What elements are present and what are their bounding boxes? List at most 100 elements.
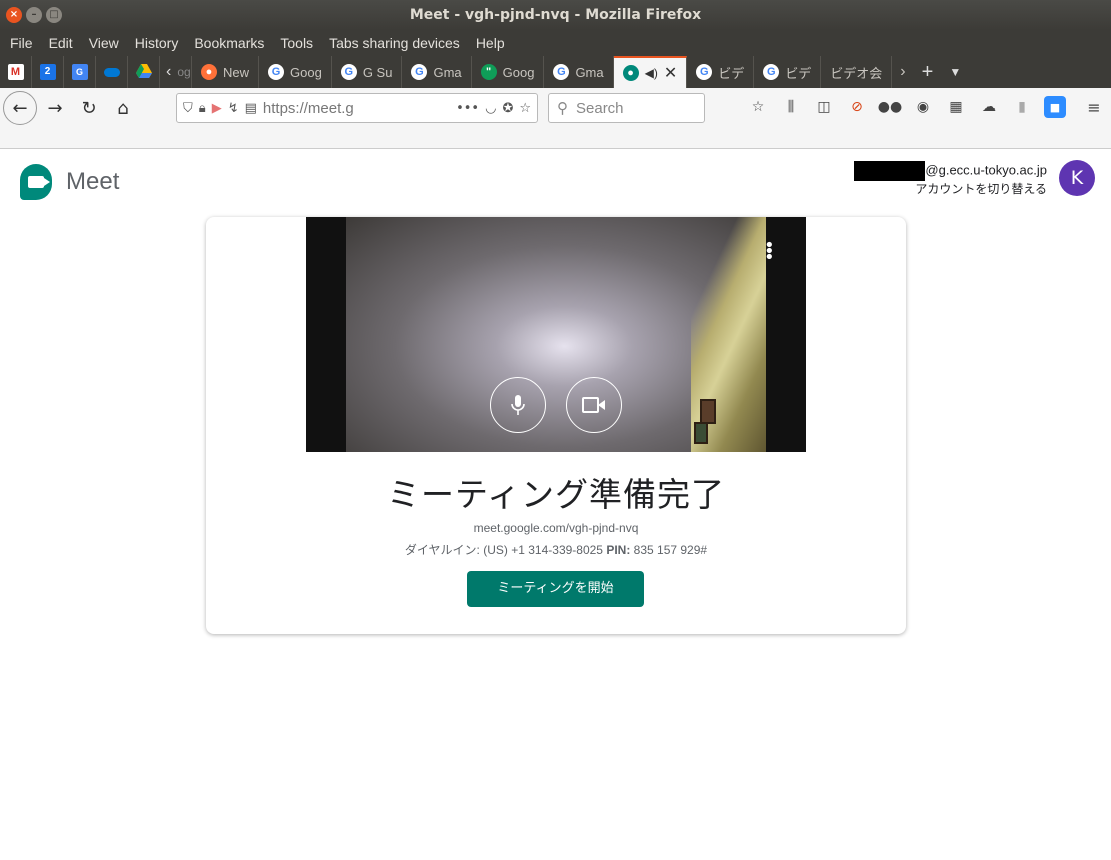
- tab-video-3[interactable]: ビデオ会: [821, 56, 893, 88]
- tab-new[interactable]: ● New: [192, 56, 260, 88]
- window-title: Meet - vgh-pjnd-nvq - Mozilla Firefox: [409, 7, 702, 23]
- toolbar-spacer: [0, 128, 1111, 149]
- window-minimize-button[interactable]: –: [26, 7, 42, 23]
- tab-list-chevron-down-icon[interactable]: ▼: [941, 56, 969, 88]
- search-icon: ⚲: [557, 100, 568, 117]
- pinned-tab-gmail[interactable]: M: [0, 56, 32, 88]
- microphone-icon: [511, 395, 525, 415]
- star-list-icon[interactable]: ☆: [747, 96, 769, 118]
- tab-label: New: [223, 64, 250, 80]
- microphone-toggle-button[interactable]: [490, 377, 546, 433]
- tab-gsuite[interactable]: G G Su: [332, 56, 403, 88]
- camera-feed: [346, 217, 766, 452]
- menu-hamburger-icon[interactable]: ≡: [1083, 96, 1105, 118]
- chevron-left-icon: ‹: [166, 63, 172, 80]
- page-actions-icon[interactable]: •••: [456, 101, 479, 116]
- speaker-icon[interactable]: ◀): [645, 66, 658, 80]
- tab-label: og: [177, 65, 191, 79]
- pinned-tab-drive[interactable]: [128, 56, 160, 88]
- bookmark-ext-icon[interactable]: ▮: [1011, 96, 1033, 118]
- meet-logo-icon: [20, 164, 52, 200]
- chevron-right-icon[interactable]: ›: [892, 56, 913, 88]
- tab-gmail-1[interactable]: G Gma: [402, 56, 472, 88]
- switch-account-link[interactable]: アカウントを切り替える: [854, 181, 1047, 198]
- new-tab-plus-icon[interactable]: +: [914, 56, 942, 88]
- onedrive-icon: [103, 67, 120, 77]
- calendar-icon: 2: [39, 64, 56, 80]
- reader-icon[interactable]: ▤: [245, 101, 257, 116]
- meet-logo-text: Meet: [66, 168, 120, 195]
- pinned-tab-calendar[interactable]: 2: [32, 56, 64, 88]
- meet-icon: ●: [622, 65, 639, 81]
- tab-video-1[interactable]: G ビデ: [687, 56, 755, 88]
- extension-dots-icon[interactable]: ●●: [878, 96, 902, 118]
- lock-icon[interactable]: 🔒︎: [199, 101, 206, 116]
- meeting-card: • • • ミーティング準備完了 meet.google.com/vgh-pjnd-…: [206, 217, 906, 634]
- tab-close-icon[interactable]: ✕: [664, 63, 677, 83]
- google-icon: G: [696, 64, 713, 80]
- menu-help[interactable]: Help: [468, 30, 513, 56]
- menu-file[interactable]: File: [2, 30, 41, 56]
- window-close-button[interactable]: ×: [6, 7, 22, 23]
- menu-tools[interactable]: Tools: [272, 30, 321, 56]
- menu-view[interactable]: View: [81, 30, 127, 56]
- camera-blocked-icon[interactable]: ▶: [212, 101, 222, 116]
- video-camera-icon: [582, 397, 605, 413]
- forward-arrow-icon[interactable]: →: [39, 92, 71, 124]
- more-options-icon[interactable]: • • •: [764, 237, 775, 267]
- tab-label: ビデ: [785, 65, 812, 81]
- avatar[interactable]: K: [1059, 160, 1095, 196]
- meeting-link[interactable]: meet.google.com/vgh-pjnd-nvq: [206, 521, 906, 535]
- pinned-tab-translate[interactable]: G: [64, 56, 96, 88]
- tab-label: Goog: [290, 64, 322, 80]
- tab-video-2[interactable]: G ビデ: [754, 56, 822, 88]
- bookmark-star-icon[interactable]: ☆: [519, 101, 531, 116]
- menu-bar: File Edit View History Bookmarks Tools T…: [0, 30, 1111, 56]
- google-icon: G: [340, 64, 357, 80]
- dial-in-info: ダイヤルイン: (US) +1 314-339-8025 PIN: 835 15…: [206, 541, 906, 558]
- tab-meet-active[interactable]: ● ◀) ✕: [613, 56, 688, 88]
- back-arrow-icon[interactable]: ←: [3, 91, 37, 125]
- tab-label: Gma: [575, 64, 604, 80]
- google-icon: G: [763, 64, 780, 80]
- url-bar[interactable]: ⛉ 🔒︎ ▶ ↯ ▤ https://meet.g ••• ◡ ✪ ☆: [176, 93, 538, 123]
- meet-logo[interactable]: Meet: [20, 164, 119, 200]
- pinned-tab-onedrive[interactable]: [96, 56, 128, 88]
- menu-bookmarks[interactable]: Bookmarks: [186, 30, 272, 56]
- reload-icon[interactable]: ↻: [73, 92, 105, 124]
- tab-label: ビデオ会: [830, 65, 883, 81]
- pocket-icon[interactable]: ◡: [485, 101, 496, 116]
- menu-edit[interactable]: Edit: [41, 30, 81, 56]
- drive-icon: [135, 64, 152, 80]
- menu-history[interactable]: History: [127, 30, 187, 56]
- account-info[interactable]: @g.ecc.u-tokyo.ac.jp アカウントを切り替える: [854, 161, 1047, 198]
- home-icon[interactable]: ⌂: [107, 92, 139, 124]
- pin-value: 835 157 929#: [633, 543, 708, 557]
- cloud-icon[interactable]: ☁: [978, 96, 1000, 118]
- mic-blocked-icon[interactable]: ↯: [228, 101, 239, 116]
- camera-toggle-button[interactable]: [566, 377, 622, 433]
- blocked-icon[interactable]: ⊘: [846, 96, 868, 118]
- sidebar-icon[interactable]: ◫: [813, 96, 835, 118]
- start-meeting-button[interactable]: ミーティングを開始: [467, 571, 644, 607]
- search-placeholder: Search: [576, 99, 624, 117]
- shield-icon[interactable]: ⛉: [183, 101, 193, 116]
- tab-scroll-left-button[interactable]: ‹ og: [160, 56, 192, 88]
- page-content: Meet @g.ecc.u-tokyo.ac.jp アカウントを切り替える K …: [0, 149, 1111, 860]
- extension-icon[interactable]: ✪: [502, 101, 513, 116]
- tab-google-1[interactable]: G Goog: [259, 56, 332, 88]
- library-icon[interactable]: ⫼: [780, 96, 802, 118]
- video-preview: • • •: [306, 217, 806, 452]
- zoom-ext-icon[interactable]: ■: [1044, 96, 1066, 118]
- account-icon[interactable]: ◉: [912, 96, 934, 118]
- window-maximize-button[interactable]: □: [46, 7, 62, 23]
- menu-tabs-sharing[interactable]: Tabs sharing devices: [321, 30, 468, 56]
- dial-in-number[interactable]: (US) +1 314-339-8025: [483, 543, 603, 557]
- hangouts-icon: ": [480, 64, 497, 80]
- url-text[interactable]: https://meet.g: [263, 100, 363, 117]
- search-box[interactable]: ⚲ Search: [548, 93, 705, 123]
- tab-hangouts[interactable]: " Goog: [472, 56, 545, 88]
- stack-icon[interactable]: ▦: [945, 96, 967, 118]
- nav-toolbar: ← → ↻ ⌂ ⛉ 🔒︎ ▶ ↯ ▤ https://meet.g ••• ◡ …: [0, 88, 1111, 128]
- tab-gmail-2[interactable]: G Gma: [544, 56, 614, 88]
